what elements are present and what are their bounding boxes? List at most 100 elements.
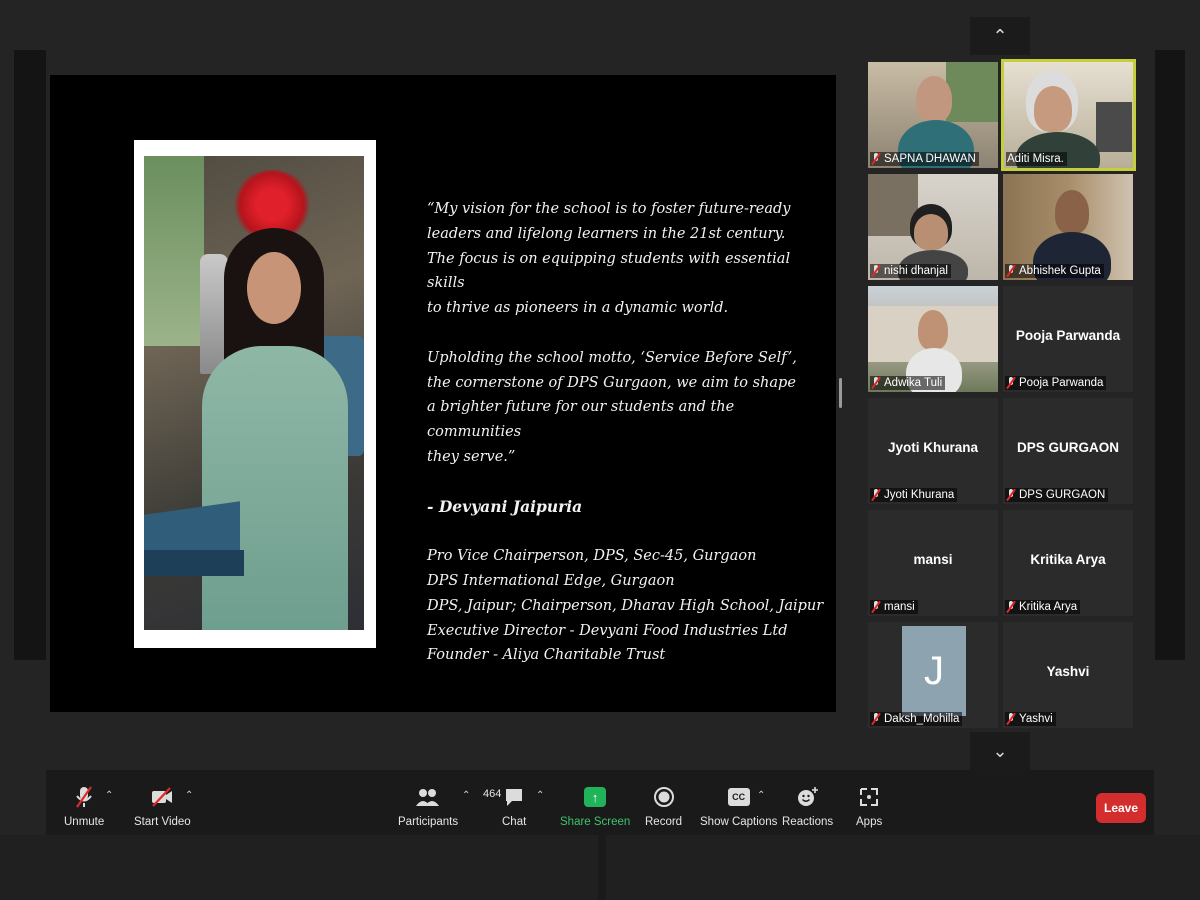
start-video-label: Start Video — [134, 816, 191, 828]
gallery-page-down-button[interactable]: ⌄ — [970, 732, 1030, 770]
quote-line: a brighter future for our students and t… — [427, 399, 735, 441]
participant-name-label: Kritika Arya — [1005, 600, 1081, 614]
apps-icon — [858, 784, 880, 810]
participant-tile[interactable]: DPS GURGAON DPS GURGAON — [1003, 398, 1133, 504]
quote-line: leaders and lifelong learners in the 21s… — [427, 225, 786, 242]
portrait-frame — [134, 140, 376, 648]
share-screen-button[interactable]: ↑ Share Screen — [560, 784, 630, 828]
muted-mic-icon — [1006, 713, 1016, 725]
muted-mic-icon — [1006, 489, 1016, 501]
participant-display-name: Kritika Arya — [1030, 552, 1106, 567]
participant-display-name: DPS GURGAON — [1016, 440, 1119, 455]
unmute-label: Unmute — [64, 816, 105, 828]
participant-tile[interactable]: Kritika Arya Kritika Arya — [1003, 510, 1133, 616]
participant-name: Aditi Misra. — [1007, 153, 1064, 165]
muted-mic-icon — [871, 489, 881, 501]
background-bottom — [0, 835, 1200, 900]
captions-options-caret-icon[interactable]: ⌃ — [757, 790, 765, 801]
participant-tile[interactable]: Pooja Parwanda Pooja Parwanda — [1003, 286, 1133, 392]
participant-tile[interactable]: Adwika Tuli — [868, 286, 998, 392]
chat-options-caret-icon[interactable]: ⌃ — [536, 790, 544, 801]
participant-name: nishi dhanjal — [884, 265, 948, 277]
participant-name-label: Jyoti Khurana — [870, 488, 958, 502]
split-resize-handle[interactable] — [839, 378, 842, 408]
show-captions-button[interactable]: CC Show Captions — [700, 784, 777, 828]
participant-tile[interactable]: Yashvi Yashvi — [1003, 622, 1133, 728]
muted-mic-icon — [1006, 265, 1016, 277]
captions-icon: CC — [727, 788, 750, 806]
chat-button[interactable]: Chat — [502, 784, 526, 828]
participants-icon — [415, 784, 441, 810]
chat-icon — [503, 784, 525, 810]
share-screen-icon: ↑ — [584, 787, 607, 807]
participant-name-label: Abhishek Gupta — [1005, 264, 1104, 278]
participant-tile[interactable]: mansi mansi — [868, 510, 998, 616]
record-button[interactable]: Record — [645, 784, 682, 828]
participant-name: Daksh_Mohilla — [884, 713, 960, 725]
audio-options-caret-icon[interactable]: ⌃ — [105, 790, 113, 801]
show-captions-label: Show Captions — [700, 816, 778, 828]
participant-display-name: Pooja Parwanda — [1015, 328, 1121, 343]
participant-tile[interactable]: J Daksh_Mohilla — [868, 622, 998, 728]
video-options-caret-icon[interactable]: ⌃ — [185, 790, 193, 801]
participant-tile[interactable]: Abhishek Gupta — [1003, 174, 1133, 280]
participant-name: Pooja Parwanda — [1019, 377, 1104, 389]
role-line: DPS International Edge, Gurgaon — [427, 572, 675, 589]
participant-tile[interactable]: SAPNA DHAWAN — [868, 62, 998, 168]
record-icon — [653, 784, 675, 810]
portrait-photo — [144, 156, 364, 630]
gallery-page-up-button[interactable]: ⌃ — [970, 17, 1030, 55]
quote-author: - Devyani Jaipuria — [427, 496, 583, 516]
participants-count-badge: 464 — [483, 788, 502, 800]
participants-options-caret-icon[interactable]: ⌃ — [462, 790, 470, 801]
participant-name: DPS GURGAON — [1019, 489, 1106, 501]
share-screen-label: Share Screen — [560, 816, 631, 828]
chat-label: Chat — [502, 816, 527, 828]
participant-name-label: Adwika Tuli — [870, 376, 946, 390]
participant-tile-active-speaker[interactable]: Aditi Misra. — [1001, 59, 1136, 171]
shared-screen: “My vision for the school is to foster f… — [50, 75, 836, 712]
muted-mic-icon — [871, 153, 881, 165]
participant-name-label: Pooja Parwanda — [1005, 376, 1107, 390]
participant-name: SAPNA DHAWAN — [884, 153, 976, 165]
start-video-button[interactable]: Start Video — [134, 784, 191, 828]
participant-name: Jyoti Khurana — [884, 489, 955, 501]
quote-paragraph-1: “My vision for the school is to foster f… — [427, 197, 817, 321]
participant-display-name: Yashvi — [1046, 664, 1090, 679]
role-line: Executive Director - Devyani Food Indust… — [427, 622, 788, 639]
participant-tile[interactable]: Jyoti Khurana Jyoti Khurana — [868, 398, 998, 504]
participant-name-label: nishi dhanjal — [870, 264, 951, 278]
participant-name-label: Aditi Misra. — [1006, 152, 1067, 166]
participant-name: Kritika Arya — [1019, 601, 1078, 613]
quote-line: “My vision for the school is to foster f… — [427, 201, 791, 217]
muted-mic-icon — [871, 377, 881, 389]
reactions-icon — [796, 784, 820, 810]
role-line: Founder - Aliya Charitable Trust — [427, 647, 666, 664]
quote-line: to thrive as pioneers in a dynamic world… — [427, 300, 729, 317]
reactions-label: Reactions — [782, 816, 834, 828]
role-line: Pro Vice Chairperson, DPS, Sec-45, Gurga… — [427, 548, 757, 565]
leave-button[interactable]: Leave — [1096, 793, 1146, 823]
quote-line: they serve.” — [427, 448, 516, 465]
participants-label: Participants — [398, 816, 459, 828]
quote-line: The focus is on equipping students with … — [427, 250, 791, 292]
muted-mic-icon — [871, 265, 881, 277]
video-off-icon — [150, 784, 174, 810]
unmute-button[interactable]: Unmute — [64, 784, 104, 828]
participant-display-name: mansi — [913, 552, 953, 567]
participant-name-label: Yashvi — [1005, 712, 1056, 726]
chevron-up-icon: ⌃ — [992, 25, 1008, 46]
participant-name: mansi — [884, 601, 915, 613]
participant-tile[interactable]: nishi dhanjal — [868, 174, 998, 280]
participant-name-label: Daksh_Mohilla — [870, 712, 963, 726]
participant-name: Yashvi — [1019, 713, 1053, 725]
participant-name: Abhishek Gupta — [1019, 265, 1101, 277]
avatar: J — [902, 626, 966, 716]
participants-button[interactable]: Participants — [398, 784, 458, 828]
quote-line: the cornerstone of DPS Gurgaon, we aim t… — [427, 374, 796, 391]
background-panel-right — [1155, 50, 1185, 660]
muted-mic-icon — [1006, 601, 1016, 613]
reactions-button[interactable]: Reactions — [782, 784, 833, 828]
quote-paragraph-2: Upholding the school motto, ‘Service Bef… — [427, 346, 817, 470]
apps-button[interactable]: Apps — [856, 784, 882, 828]
